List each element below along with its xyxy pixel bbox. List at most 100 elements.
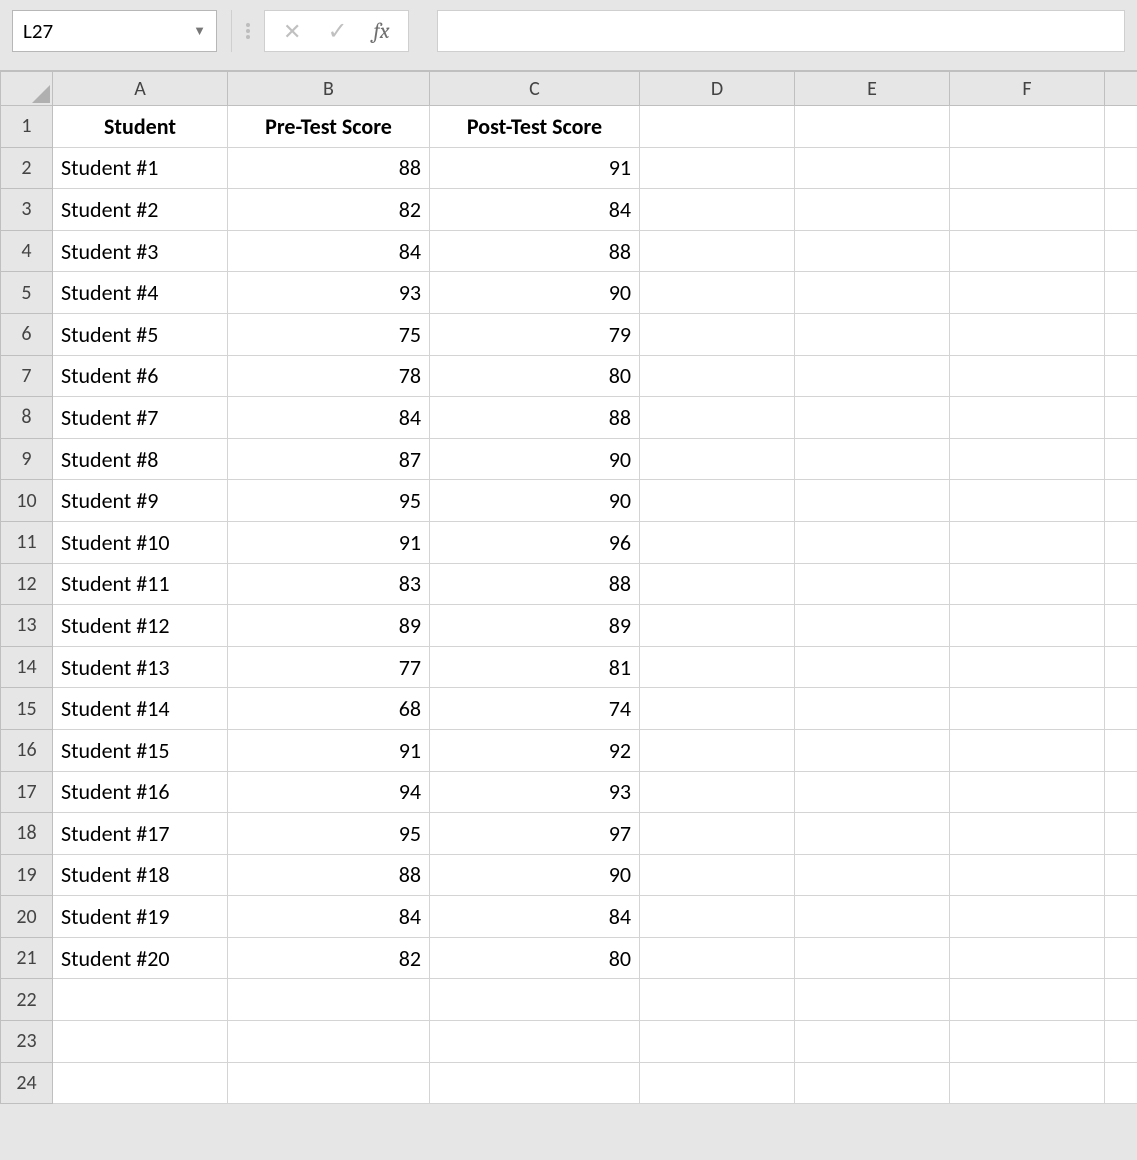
cell[interactable] <box>640 397 795 439</box>
cell[interactable]: 97 <box>430 813 640 855</box>
col-header-F[interactable]: F <box>950 72 1105 106</box>
cell[interactable]: 81 <box>430 646 640 688</box>
cell[interactable]: 82 <box>228 937 430 979</box>
cell[interactable] <box>950 106 1105 148</box>
cell[interactable] <box>1105 272 1137 314</box>
cell[interactable] <box>1105 605 1137 647</box>
cell[interactable]: Student #9 <box>53 480 228 522</box>
cell[interactable] <box>640 230 795 272</box>
cell[interactable] <box>950 521 1105 563</box>
cell[interactable] <box>795 230 950 272</box>
row-header-10[interactable]: 10 <box>1 480 53 522</box>
cell[interactable] <box>795 1062 950 1104</box>
cell[interactable] <box>950 646 1105 688</box>
cell[interactable] <box>640 646 795 688</box>
cell[interactable] <box>1105 106 1137 148</box>
cell[interactable]: Student #11 <box>53 563 228 605</box>
cell[interactable] <box>950 688 1105 730</box>
row-header-23[interactable]: 23 <box>1 1021 53 1063</box>
col-header-D[interactable]: D <box>640 72 795 106</box>
cell[interactable] <box>430 1062 640 1104</box>
cell[interactable]: 83 <box>228 563 430 605</box>
cell-B1[interactable]: Pre-Test Score <box>228 106 430 148</box>
cell[interactable] <box>1105 1062 1137 1104</box>
cell[interactable] <box>1105 1021 1137 1063</box>
cell[interactable] <box>640 937 795 979</box>
cell[interactable] <box>950 729 1105 771</box>
cell[interactable]: 84 <box>430 189 640 231</box>
cell[interactable] <box>950 979 1105 1021</box>
cell[interactable]: 84 <box>228 896 430 938</box>
cell[interactable]: Student #8 <box>53 438 228 480</box>
cell[interactable]: 93 <box>430 771 640 813</box>
cell[interactable] <box>795 189 950 231</box>
row-header-9[interactable]: 9 <box>1 438 53 480</box>
row-header-6[interactable]: 6 <box>1 313 53 355</box>
cell[interactable]: 68 <box>228 688 430 730</box>
cell[interactable] <box>640 729 795 771</box>
cell[interactable] <box>228 1021 430 1063</box>
row-header-2[interactable]: 2 <box>1 147 53 189</box>
cell[interactable]: 84 <box>228 230 430 272</box>
cell[interactable]: 74 <box>430 688 640 730</box>
cell[interactable]: Student #5 <box>53 313 228 355</box>
cell[interactable]: 91 <box>430 147 640 189</box>
cell[interactable]: 84 <box>228 397 430 439</box>
cell[interactable] <box>53 1062 228 1104</box>
cell[interactable] <box>640 688 795 730</box>
row-header-4[interactable]: 4 <box>1 230 53 272</box>
cell[interactable] <box>950 397 1105 439</box>
row-header-13[interactable]: 13 <box>1 605 53 647</box>
cell[interactable] <box>795 688 950 730</box>
cell[interactable]: Student #2 <box>53 189 228 231</box>
cell[interactable] <box>1105 521 1137 563</box>
row-header-21[interactable]: 21 <box>1 937 53 979</box>
cell[interactable] <box>795 480 950 522</box>
cell[interactable] <box>795 937 950 979</box>
cell[interactable] <box>795 813 950 855</box>
select-all-corner[interactable] <box>1 72 53 106</box>
cell[interactable]: 88 <box>228 147 430 189</box>
cell[interactable] <box>640 272 795 314</box>
cell[interactable] <box>1105 189 1137 231</box>
formula-input[interactable] <box>437 10 1125 52</box>
cell[interactable]: 84 <box>430 896 640 938</box>
cell[interactable] <box>640 189 795 231</box>
cell[interactable] <box>795 147 950 189</box>
drag-handle-icon[interactable] <box>246 23 250 39</box>
cell[interactable] <box>950 230 1105 272</box>
cell[interactable]: 94 <box>228 771 430 813</box>
cell[interactable]: 78 <box>228 355 430 397</box>
row-header-5[interactable]: 5 <box>1 272 53 314</box>
cell[interactable] <box>950 1062 1105 1104</box>
cell[interactable]: Student #13 <box>53 646 228 688</box>
cell[interactable] <box>795 313 950 355</box>
row-header-19[interactable]: 19 <box>1 854 53 896</box>
cell[interactable] <box>950 937 1105 979</box>
cell[interactable]: Student #7 <box>53 397 228 439</box>
cell[interactable] <box>1105 729 1137 771</box>
cell[interactable] <box>1105 979 1137 1021</box>
row-header-8[interactable]: 8 <box>1 397 53 439</box>
cell[interactable] <box>795 729 950 771</box>
row-header-15[interactable]: 15 <box>1 688 53 730</box>
cell[interactable]: 88 <box>430 230 640 272</box>
cell[interactable]: 90 <box>430 854 640 896</box>
cell[interactable]: Student #4 <box>53 272 228 314</box>
cell[interactable]: Student #20 <box>53 937 228 979</box>
fx-icon[interactable]: fx <box>374 18 390 44</box>
cell[interactable]: 88 <box>430 563 640 605</box>
cell[interactable] <box>795 521 950 563</box>
cell[interactable]: 89 <box>430 605 640 647</box>
cell[interactable]: 77 <box>228 646 430 688</box>
cell[interactable] <box>640 355 795 397</box>
cell[interactable] <box>1105 355 1137 397</box>
cell[interactable] <box>640 896 795 938</box>
name-box[interactable]: L27 ▼ <box>12 10 217 52</box>
row-header-17[interactable]: 17 <box>1 771 53 813</box>
cell[interactable] <box>1105 147 1137 189</box>
spreadsheet-grid[interactable]: A B C D E F 1StudentPre-Test ScorePost-T… <box>0 70 1137 1104</box>
cell[interactable] <box>950 189 1105 231</box>
cell[interactable] <box>950 272 1105 314</box>
cell[interactable] <box>53 1021 228 1063</box>
